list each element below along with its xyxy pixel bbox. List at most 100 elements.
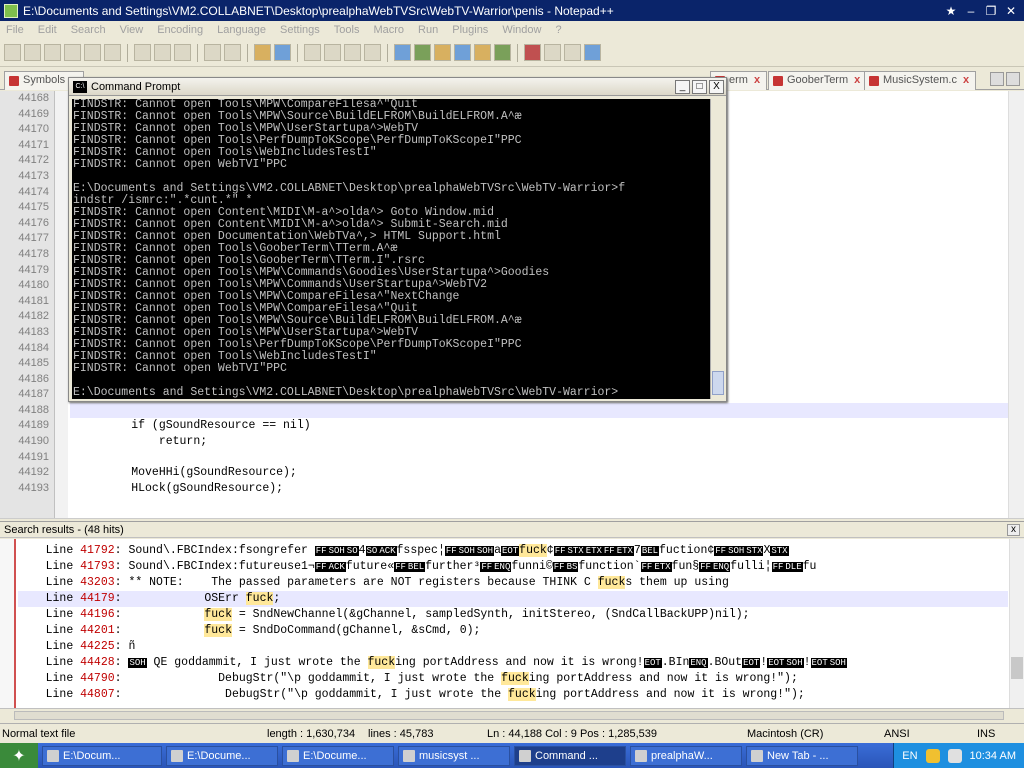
close-icon[interactable] — [84, 44, 101, 61]
search-result-row[interactable]: Line 41792: Sound\.FBCIndex:fsongrefer F… — [18, 543, 1008, 559]
results-scrollbar[interactable] — [1009, 539, 1024, 708]
new-icon[interactable] — [4, 44, 21, 61]
menu-item-7[interactable]: Tools — [334, 24, 360, 36]
search-result-row[interactable]: Line 44225: ñ — [18, 639, 1008, 655]
replace-icon[interactable] — [304, 44, 321, 61]
tab-close-icon[interactable]: x — [854, 74, 860, 86]
star-icon[interactable]: ★ — [944, 4, 958, 18]
menu-item-8[interactable]: Macro — [373, 24, 404, 36]
taskbar-button-2[interactable]: E:\Docume... — [282, 745, 394, 766]
search-result-row[interactable]: Line 44179: OSErr fuck; — [18, 591, 1008, 607]
clock[interactable]: 10:34 AM — [970, 750, 1016, 762]
save-all-icon[interactable] — [64, 44, 81, 61]
tab-scroll-left-button[interactable] — [990, 72, 1004, 86]
undo-icon[interactable] — [224, 44, 241, 61]
record-icon[interactable] — [524, 44, 541, 61]
open-icon[interactable] — [24, 44, 41, 61]
copy-icon[interactable] — [174, 44, 191, 61]
search-result-row[interactable]: Line 44790: DebugStr("\p goddammit, I ju… — [18, 671, 1008, 687]
results-hscroll-thumb[interactable] — [14, 711, 1004, 720]
fold-icon[interactable] — [454, 44, 471, 61]
minimize-button[interactable]: – — [964, 4, 978, 18]
menu-item-3[interactable]: View — [120, 24, 144, 36]
menu-item-2[interactable]: Search — [71, 24, 106, 36]
stop-icon[interactable] — [544, 44, 561, 61]
network-icon[interactable] — [925, 748, 940, 763]
search-results-list[interactable]: Line 41792: Sound\.FBCIndex:fsongrefer F… — [0, 539, 1024, 708]
cmd-close-button[interactable]: X — [709, 79, 724, 94]
redo-icon[interactable] — [254, 44, 271, 61]
code-line[interactable]: if (gSoundResource == nil) — [70, 418, 1010, 434]
result-text: s them up using — [625, 576, 729, 589]
taskbar-button-6[interactable]: New Tab - ... — [746, 745, 858, 766]
search-hit: fuck — [367, 656, 396, 669]
close-all-icon[interactable] — [104, 44, 121, 61]
indent-icon[interactable] — [414, 44, 431, 61]
console-scrollbar[interactable] — [710, 99, 724, 399]
code-line[interactable]: HLock(gSoundResource); — [70, 481, 1010, 497]
command-prompt-titlebar[interactable]: C:\ Command Prompt _ □ X — [69, 78, 726, 96]
taskbar-button-3[interactable]: musicsyst ... — [398, 745, 510, 766]
menu-item-5[interactable]: Language — [217, 24, 266, 36]
sync-icon[interactable] — [364, 44, 381, 61]
menu-item-4[interactable]: Encoding — [157, 24, 203, 36]
zoom-out-icon[interactable] — [344, 44, 361, 61]
menu-item-6[interactable]: Settings — [280, 24, 320, 36]
lang-icon[interactable] — [494, 44, 511, 61]
search-result-row[interactable]: Line 44196: fuck = SndNewChannel(&gChann… — [18, 607, 1008, 623]
code-line[interactable]: MoveHHi(gSoundResource); — [70, 465, 1010, 481]
control-char: BEL — [640, 546, 660, 556]
taskbar-button-5[interactable]: prealphaW... — [630, 745, 742, 766]
restore-button[interactable]: ❐ — [984, 4, 998, 18]
console-output[interactable]: FINDSTR: Cannot open Tools\MPW\CompareFi… — [72, 99, 710, 399]
paste-icon[interactable] — [204, 44, 221, 61]
code-line[interactable]: return; — [70, 434, 1010, 450]
taskbar-button-1[interactable]: E:\Docume... — [166, 745, 278, 766]
tab-close-icon[interactable]: x — [754, 74, 760, 86]
zoom-in-icon[interactable] — [324, 44, 341, 61]
run-icon[interactable] — [584, 44, 601, 61]
fold-margin[interactable] — [55, 91, 68, 518]
results-scroll-thumb[interactable] — [1011, 657, 1023, 679]
search-result-row[interactable]: Line 44807: DebugStr("\p goddammit, I ju… — [18, 687, 1008, 703]
command-prompt-window[interactable]: C:\ Command Prompt _ □ X FINDSTR: Cannot… — [68, 77, 727, 402]
menu-item-10[interactable]: Plugins — [452, 24, 488, 36]
cmd-minimize-button[interactable]: _ — [675, 79, 690, 94]
tab-label: GooberTerm — [787, 74, 849, 86]
taskbar-button-4[interactable]: Command ... — [514, 745, 626, 766]
cut-icon[interactable] — [154, 44, 171, 61]
search-result-row[interactable]: Line 43203: ** NOTE: The passed paramete… — [18, 575, 1008, 591]
wrap-icon[interactable] — [394, 44, 411, 61]
close-button[interactable]: ✕ — [1004, 4, 1018, 18]
search-result-row[interactable]: Line 44428: SOH QE goddammit, I just wro… — [18, 655, 1008, 671]
start-button[interactable]: ✦ — [0, 743, 38, 768]
menu-item-9[interactable]: Run — [418, 24, 438, 36]
search-icon[interactable] — [947, 748, 962, 763]
results-horizontal-scrollbar[interactable] — [0, 708, 1024, 722]
tab-3[interactable]: MusicSystem.c x — [864, 71, 977, 90]
search-results-close-button[interactable]: x — [1007, 524, 1020, 536]
guide-icon[interactable] — [434, 44, 451, 61]
menu-item-11[interactable]: Window — [502, 24, 541, 36]
code-line[interactable] — [70, 450, 1010, 466]
cmd-maximize-button[interactable]: □ — [692, 79, 707, 94]
find-icon[interactable] — [274, 44, 291, 61]
editor-scrollbar[interactable] — [1008, 91, 1024, 518]
console-scroll-thumb[interactable] — [712, 371, 724, 395]
title-bar[interactable]: E:\Documents and Settings\VM2.COLLABNET\… — [0, 0, 1024, 21]
code-line[interactable] — [70, 402, 1010, 419]
print-icon[interactable] — [134, 44, 151, 61]
unfold-icon[interactable] — [474, 44, 491, 61]
play-icon[interactable] — [564, 44, 581, 61]
menu-item-12[interactable]: ? — [555, 24, 561, 36]
search-result-row[interactable]: Line 41793: Sound\.FBCIndex:futureuse1¬F… — [18, 559, 1008, 575]
language-indicator[interactable]: EN — [902, 750, 917, 762]
menu-item-0[interactable]: File — [6, 24, 24, 36]
tab-2[interactable]: GooberTerm x — [768, 71, 868, 90]
tab-close-icon[interactable]: x — [963, 74, 969, 86]
search-result-row[interactable]: Line 44201: fuck = SndDoCommand(gChannel… — [18, 623, 1008, 639]
taskbar-button-0[interactable]: E:\Docum... — [42, 745, 162, 766]
menu-item-1[interactable]: Edit — [38, 24, 57, 36]
tab-scroll-right-button[interactable] — [1006, 72, 1020, 86]
save-icon[interactable] — [44, 44, 61, 61]
